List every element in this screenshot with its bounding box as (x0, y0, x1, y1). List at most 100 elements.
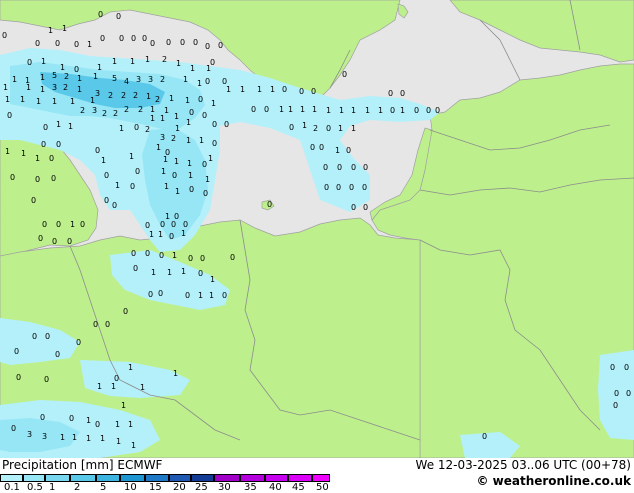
value-label: 0 (267, 200, 272, 209)
value-label: 1 (21, 149, 26, 158)
value-label: 4 (124, 77, 129, 86)
colorbar-segment (265, 474, 288, 482)
value-label: 0 (11, 424, 16, 433)
value-label: 1 (60, 433, 65, 442)
value-label: 3 (148, 75, 153, 84)
value-label: 1 (100, 434, 105, 443)
value-label: 0 (133, 264, 138, 273)
value-label: 0 (55, 350, 60, 359)
colorbar-segment (169, 474, 191, 482)
value-label: 1 (158, 230, 163, 239)
value-label: 1 (257, 85, 262, 94)
value-label: 0 (388, 89, 393, 98)
value-label: 1 (205, 175, 210, 184)
value-label: 0 (95, 420, 100, 429)
precipitation-map: 010 010 0 0 00 0 0 0 0 00 0 0 10 11 0 11 1 1 2 11 1001 1 1 5 2 1 1… (0, 0, 634, 458)
value-label: 0 (346, 146, 351, 155)
value-label: 0 (150, 39, 155, 48)
value-label: 1 (351, 106, 356, 115)
value-label: 1 (20, 95, 25, 104)
value-label: 0 (27, 58, 32, 67)
value-label: 0 (189, 185, 194, 194)
value-label: 0 (289, 123, 294, 132)
value-label: 0 (205, 77, 210, 86)
colorbar-segment (191, 474, 214, 482)
colorbar-segment (0, 474, 23, 482)
value-label: 0 (390, 106, 395, 115)
value-label: 1 (149, 230, 154, 239)
colorbar-segment (288, 474, 312, 482)
value-label: 2 (64, 72, 69, 81)
colorbar-tick-label: 2 (74, 482, 81, 493)
value-label: 1 (151, 268, 156, 277)
value-label: 1 (41, 57, 46, 66)
value-label: 1 (210, 275, 215, 284)
value-label: 3 (92, 106, 97, 115)
value-label: 0 (180, 38, 185, 47)
value-label: 1 (77, 74, 82, 83)
value-label: 0 (218, 41, 223, 50)
value-label: 3 (95, 89, 100, 98)
colorbar-tick-label: 50 (316, 482, 329, 493)
colorbar-segment (120, 474, 145, 482)
value-label: 2 (155, 95, 160, 104)
value-label: 1 (173, 369, 178, 378)
value-label: 1 (400, 106, 405, 115)
value-label: 0 (38, 234, 43, 243)
value-label: 1 (150, 114, 155, 123)
colorbar-segment (214, 474, 240, 482)
value-label: 1 (119, 124, 124, 133)
value-label: 5 (52, 71, 57, 80)
colorbar-tick-label: 45 (292, 482, 305, 493)
value-label: 0 (624, 363, 629, 372)
value-label: 0 (203, 189, 208, 198)
value-label: 0 (482, 432, 487, 441)
value-label: 0 (159, 251, 164, 260)
value-label: 0 (264, 105, 269, 114)
value-label: 0 (67, 237, 72, 246)
value-label: 1 (112, 57, 117, 66)
value-label: 2 (133, 91, 138, 100)
value-label: 1 (5, 95, 10, 104)
value-label: 2 (80, 106, 85, 115)
value-label: 1 (86, 416, 91, 425)
value-label: 0 (189, 108, 194, 117)
value-label: 1 (146, 92, 151, 101)
value-label: 1 (5, 147, 10, 156)
value-label: 1 (130, 57, 135, 66)
value-label: 1 (378, 106, 383, 115)
value-label: 1 (338, 124, 343, 133)
value-label: 0 (80, 220, 85, 229)
value-label: 1 (115, 420, 120, 429)
value-label: 1 (240, 85, 245, 94)
site-credit[interactable]: © weatheronline.co.uk (476, 474, 631, 488)
value-label: 0 (351, 163, 356, 172)
value-label: 1 (185, 96, 190, 105)
value-label: 1 (326, 106, 331, 115)
value-label: 1 (111, 382, 116, 391)
value-label: 1 (181, 229, 186, 238)
value-label: 3 (27, 430, 32, 439)
colorbar-segment (23, 474, 45, 482)
value-label: 0 (337, 163, 342, 172)
value-label: 0 (41, 140, 46, 149)
value-label: 0 (193, 38, 198, 47)
value-label: 0 (319, 143, 324, 152)
value-label: 1 (156, 143, 161, 152)
value-label: 0 (224, 120, 229, 129)
site-credit-label: © weatheronline.co.uk (476, 474, 631, 488)
value-label: 0 (198, 95, 203, 104)
value-label: 0 (336, 183, 341, 192)
value-label: 1 (270, 85, 275, 94)
value-label: 0 (363, 203, 368, 212)
value-label: 1 (339, 106, 344, 115)
value-label: 0 (362, 183, 367, 192)
value-label: 0 (222, 291, 227, 300)
value-label: 1 (186, 118, 191, 127)
value-label: 0 (230, 253, 235, 262)
value-label: 1 (90, 96, 95, 105)
value-label: 0 (183, 220, 188, 229)
value-label: 1 (211, 99, 216, 108)
colorbar-segment (312, 474, 330, 482)
value-label: 1 (288, 105, 293, 114)
